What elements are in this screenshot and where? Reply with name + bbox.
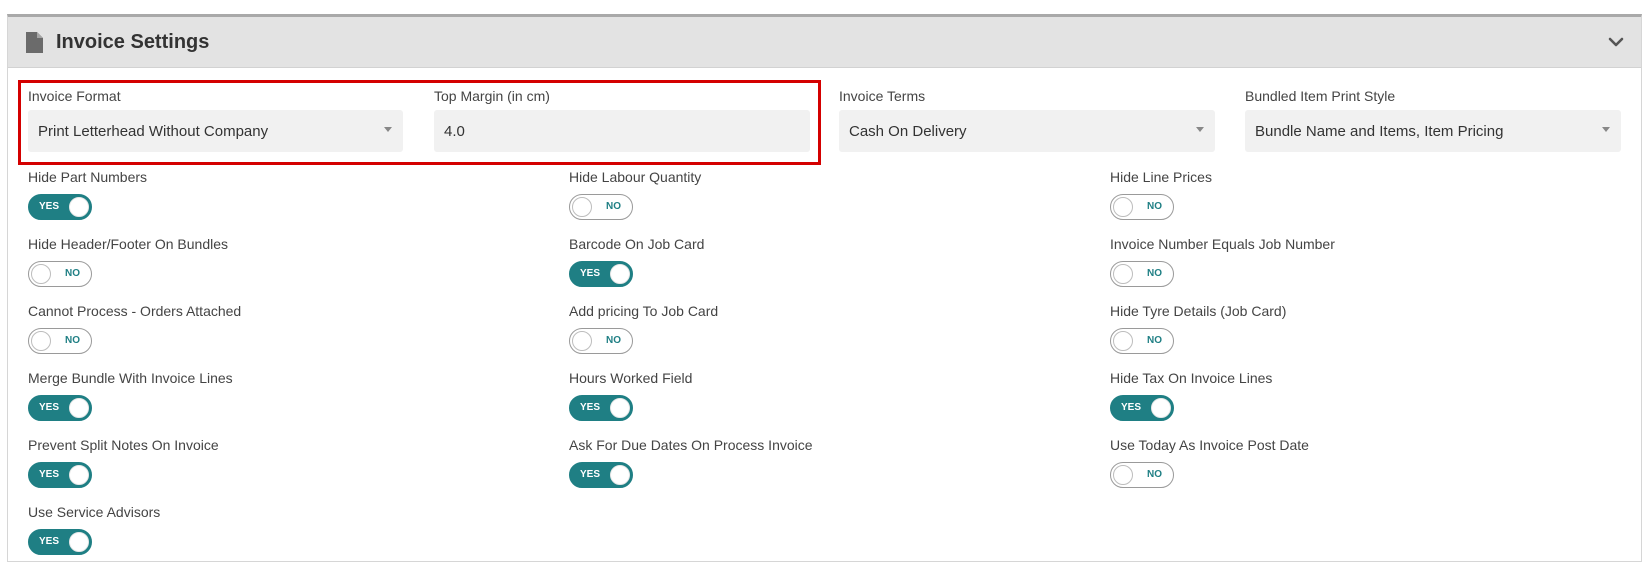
bundled-print-style-label: Bundled Item Print Style [1245,88,1396,104]
toggle-state: NO [1147,201,1162,212]
toggle-knob [610,465,630,485]
toggle-knob [1151,398,1171,418]
toggle-knob [1113,197,1133,217]
toggle-label-hide-line-prices: Hide Line Prices [1110,169,1212,185]
toggle-label-hide-tax-on-invoice-lines: Hide Tax On Invoice Lines [1110,370,1273,386]
toggle-hours-worked-field[interactable]: YES [569,395,633,421]
toggle-state: NO [1147,268,1162,279]
toggle-hide-tax-on-invoice-lines[interactable]: YES [1110,395,1174,421]
toggle-knob [69,465,89,485]
toggle-prevent-split-notes-on-invoice[interactable]: YES [28,462,92,488]
toggle-state: NO [606,335,621,346]
toggle-knob [572,197,592,217]
caret-down-icon [1602,127,1610,132]
invoice-terms-select[interactable]: Cash On Delivery [839,110,1215,152]
toggle-use-service-advisors[interactable]: YES [28,529,92,555]
toggle-barcode-on-job-card[interactable]: YES [569,261,633,287]
toggle-label-merge-bundle-with-invoice-lines: Merge Bundle With Invoice Lines [28,370,233,386]
bundled-print-style-select[interactable]: Bundle Name and Items, Item Pricing [1245,110,1621,152]
toggle-label-cannot-process-orders-attached: Cannot Process - Orders Attached [28,303,242,319]
toggle-knob [1113,264,1133,284]
toggle-state: YES [39,201,60,212]
toggle-hide-line-prices[interactable]: NO [1110,194,1174,220]
toggle-ask-for-due-dates-on-process-invoice[interactable]: YES [569,462,633,488]
toggle-label-barcode-on-job-card: Barcode On Job Card [569,236,705,252]
invoice-format-value: Print Letterhead Without Company [38,122,269,140]
invoice-format-label: Invoice Format [28,88,121,104]
toggle-label-hours-worked-field: Hours Worked Field [569,370,693,386]
invoice-format-select[interactable]: Print Letterhead Without Company [28,110,403,152]
toggle-label-use-today-as-invoice-post-date: Use Today As Invoice Post Date [1110,437,1309,453]
toggle-state: YES [39,469,60,480]
toggle-state: YES [580,402,601,413]
invoice-settings-panel: Invoice Settings [7,14,1642,562]
toggle-label-prevent-split-notes-on-invoice: Prevent Split Notes On Invoice [28,437,219,453]
toggle-knob [31,331,51,351]
toggle-merge-bundle-with-invoice-lines[interactable]: YES [28,395,92,421]
toggle-knob [610,264,630,284]
toggle-cannot-process-orders-attached[interactable]: NO [28,328,92,354]
toggle-use-today-as-invoice-post-date[interactable]: NO [1110,462,1174,488]
toggle-knob [69,532,89,552]
toggle-hide-tyre-details-job-card[interactable]: NO [1110,328,1174,354]
toggle-label-hide-part-numbers: Hide Part Numbers [28,169,148,185]
toggle-state: YES [580,469,601,480]
top-margin-value: 4.0 [444,122,465,140]
toggle-state: YES [580,268,601,279]
caret-down-icon [384,127,392,132]
caret-down-icon [1196,127,1204,132]
top-margin-label: Top Margin (in cm) [434,88,550,104]
invoice-terms-label: Invoice Terms [839,88,926,104]
toggle-state: NO [1147,469,1162,480]
toggle-knob [1113,331,1133,351]
toggle-label-use-service-advisors: Use Service Advisors [28,504,161,520]
toggle-knob [1113,465,1133,485]
document-icon [26,32,43,53]
toggle-state: YES [39,536,60,547]
panel-title: Invoice Settings [56,31,210,53]
toggle-state: NO [606,201,621,212]
toggle-hide-part-numbers[interactable]: YES [28,194,92,220]
toggle-state: NO [65,268,80,279]
toggle-knob [69,398,89,418]
toggle-knob [69,197,89,217]
toggle-label-add-pricing-to-job-card: Add pricing To Job Card [569,303,719,319]
chevron-down-icon[interactable] [1607,33,1625,51]
toggle-state: YES [39,402,60,413]
toggle-invoice-number-equals-job-number[interactable]: NO [1110,261,1174,287]
toggle-label-ask-for-due-dates-on-process-invoice: Ask For Due Dates On Process Invoice [569,437,813,453]
bundled-print-style-value: Bundle Name and Items, Item Pricing [1255,122,1504,140]
toggle-label-hide-labour-quantity: Hide Labour Quantity [569,169,702,185]
toggle-knob [572,331,592,351]
toggle-knob [610,398,630,418]
toggle-hide-header-footer-on-bundles[interactable]: NO [28,261,92,287]
panel-header[interactable]: Invoice Settings [8,17,1641,68]
toggle-label-hide-header-footer-on-bundles: Hide Header/Footer On Bundles [28,236,228,252]
toggle-label-invoice-number-equals-job-number: Invoice Number Equals Job Number [1110,236,1335,252]
toggle-state: NO [65,335,80,346]
toggle-state: NO [1147,335,1162,346]
invoice-terms-value: Cash On Delivery [849,122,967,140]
toggle-add-pricing-to-job-card[interactable]: NO [569,328,633,354]
toggle-hide-labour-quantity[interactable]: NO [569,194,633,220]
toggle-knob [31,264,51,284]
top-margin-input[interactable]: 4.0 [434,110,810,152]
toggle-state: YES [1121,402,1142,413]
toggle-label-hide-tyre-details-job-card: Hide Tyre Details (Job Card) [1110,303,1287,319]
